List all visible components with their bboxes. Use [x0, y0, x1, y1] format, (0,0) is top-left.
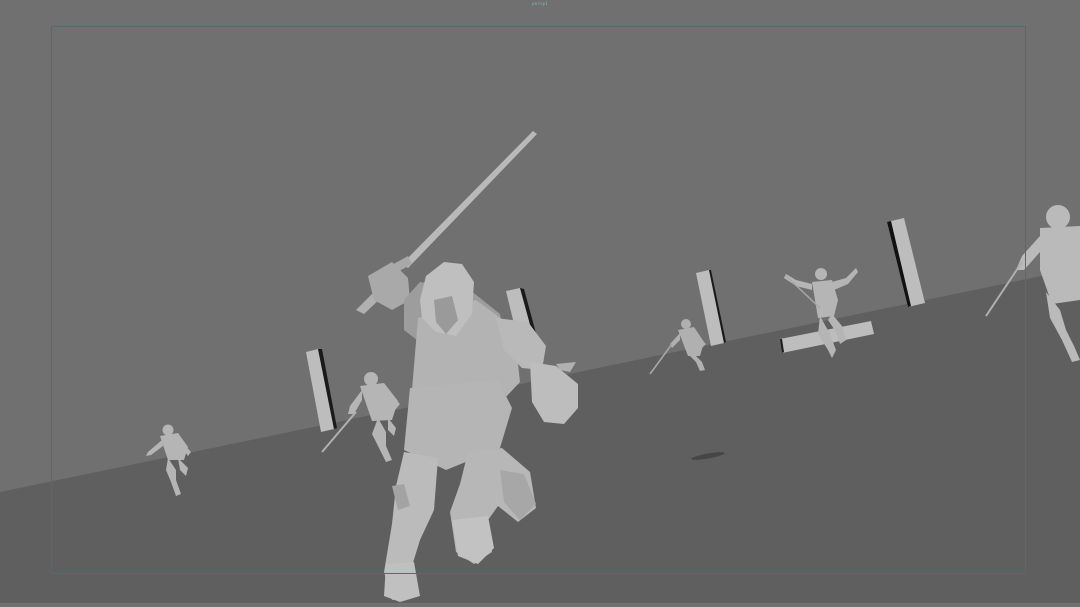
ground-plane	[0, 268, 1080, 603]
post-3[interactable]	[696, 270, 726, 346]
3d-viewport[interactable]: persp1	[0, 0, 1080, 603]
boot-left	[384, 562, 420, 602]
scene-render[interactable]	[0, 0, 1080, 603]
post-4[interactable]	[887, 218, 925, 307]
camera-name-label: persp1	[532, 1, 548, 6]
post-1[interactable]	[306, 349, 337, 432]
